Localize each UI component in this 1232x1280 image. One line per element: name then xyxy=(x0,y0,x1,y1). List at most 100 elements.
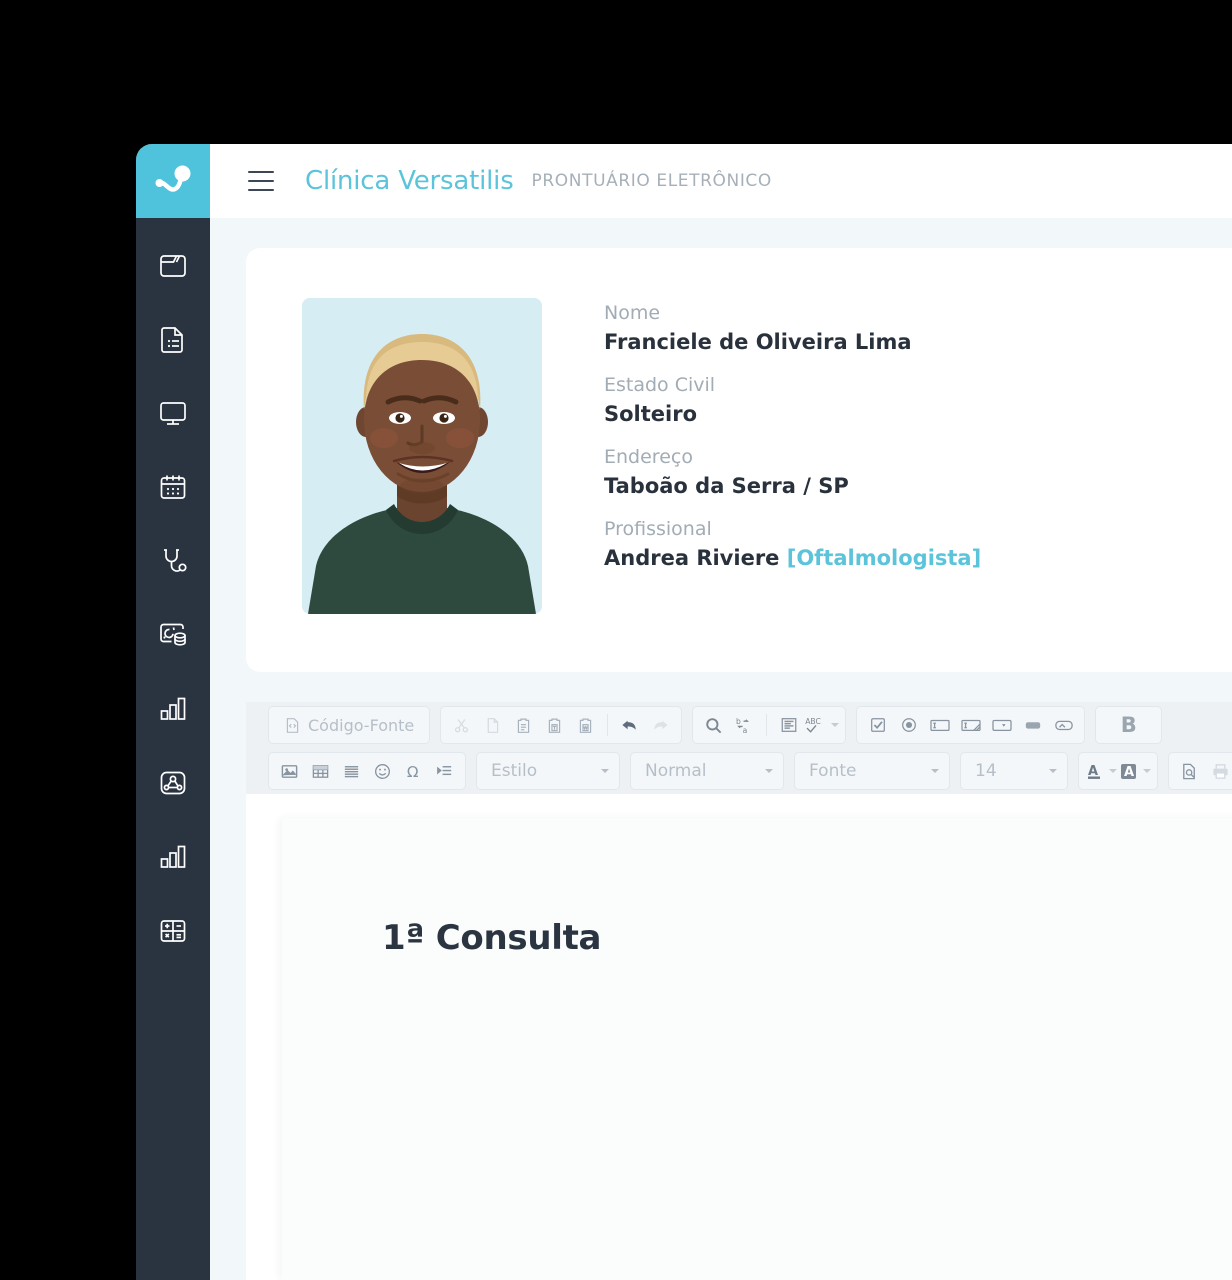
undo-button[interactable] xyxy=(615,711,644,739)
checkbox-field-button[interactable] xyxy=(863,711,892,739)
bar-chart-icon xyxy=(160,697,186,720)
radio-field-button[interactable] xyxy=(894,711,923,739)
svg-text:ABC: ABC xyxy=(805,717,821,726)
redo-icon xyxy=(654,720,668,730)
sidebar-nav xyxy=(136,218,210,968)
brand-title: Clínica Versatilis xyxy=(305,166,514,196)
radio-icon xyxy=(901,718,916,732)
print-button[interactable] xyxy=(1206,757,1232,785)
versatilis-logo-icon xyxy=(155,165,191,192)
patient-card: Nome Franciele de Oliveira Lima Estado C… xyxy=(246,248,1232,672)
document-paper[interactable]: 1ª Consulta xyxy=(282,818,1232,1280)
source-code-label: Código-Fonte xyxy=(308,715,415,735)
toolbar-group-colors: A A xyxy=(1078,752,1158,790)
table-icon xyxy=(312,764,329,778)
chevron-down-icon xyxy=(1109,769,1117,773)
field-value-endereco: Taboão da Serra / SP xyxy=(604,474,849,498)
smiley-button[interactable] xyxy=(368,757,397,785)
field-value-estado-civil: Solteiro xyxy=(604,402,698,426)
select-field-button[interactable] xyxy=(987,711,1016,739)
background-color-button[interactable]: A xyxy=(1119,757,1151,785)
sidebar-item-network[interactable] xyxy=(136,746,210,820)
paste-button[interactable] xyxy=(509,711,538,739)
size-select[interactable]: 14 xyxy=(960,752,1068,790)
textarea-button[interactable] xyxy=(956,711,985,739)
brand-subtitle: PRONTUÁRIO ELETRÔNICO xyxy=(531,171,772,191)
spellcheck-button[interactable]: ABC xyxy=(805,711,840,739)
copy-icon xyxy=(487,717,499,733)
undo-icon xyxy=(622,720,636,730)
special-char-button[interactable]: Ω xyxy=(399,757,428,785)
replace-icon: b a xyxy=(736,717,750,735)
sidebar-item-database[interactable] xyxy=(136,598,210,672)
select-all-button[interactable] xyxy=(774,711,803,739)
patient-portrait xyxy=(302,298,542,614)
sidebar-logo[interactable] xyxy=(136,144,210,218)
bold-button[interactable]: B xyxy=(1102,711,1155,739)
copy-button[interactable] xyxy=(478,711,507,739)
font-select[interactable]: Fonte xyxy=(794,752,950,790)
application-window: Clínica Versatilis PRONTUÁRIO ELETRÔNICO xyxy=(136,144,1232,1280)
sidebar-item-financial[interactable] xyxy=(136,894,210,968)
paste-text-button[interactable] xyxy=(540,711,569,739)
toolbar-group-source: Código-Fonte xyxy=(268,706,431,744)
svg-text:a: a xyxy=(743,726,748,735)
chevron-down-icon xyxy=(765,769,773,773)
editor-document-area[interactable]: 1ª Consulta xyxy=(246,794,1232,1280)
textfield-button[interactable] xyxy=(925,711,954,739)
checkbox-icon xyxy=(870,718,885,732)
calculator-icon xyxy=(160,920,186,942)
paste-icon xyxy=(518,718,530,733)
format-select[interactable]: Normal xyxy=(630,752,784,790)
image-button-field-button[interactable] xyxy=(1049,711,1078,739)
preview-button[interactable] xyxy=(1175,757,1204,785)
find-icon xyxy=(706,717,722,733)
sidebar-item-records[interactable] xyxy=(136,302,210,376)
toolbar-group-output xyxy=(1168,752,1232,790)
source-code-button[interactable]: Código-Fonte xyxy=(275,711,423,739)
editor-toolbar: Código-Fonte b a ABC B Ω Estilo Normal F… xyxy=(246,702,1232,794)
image-button-icon xyxy=(1055,720,1073,731)
style-select-value: Estilo xyxy=(491,761,538,781)
calendar-icon xyxy=(160,475,186,499)
field-value-profissional: Andrea Riviere [Oftalmologista] xyxy=(604,548,981,569)
page-break-button[interactable] xyxy=(430,757,459,785)
field-label-endereco: Endereço xyxy=(604,446,693,468)
professional-name: Andrea Riviere xyxy=(604,546,780,570)
page-break-icon xyxy=(437,765,452,775)
field-label-profissional: Profissional xyxy=(604,518,712,540)
source-code-icon xyxy=(286,717,299,733)
print-icon xyxy=(1213,763,1228,779)
insert-table-button[interactable] xyxy=(306,757,335,785)
button-field-button[interactable] xyxy=(1018,711,1047,739)
spellcheck-icon: ABC xyxy=(805,717,821,733)
background-color-icon: A xyxy=(1121,764,1136,780)
paste-word-button[interactable] xyxy=(571,711,600,739)
insert-image-button[interactable] xyxy=(275,757,304,785)
smiley-icon xyxy=(374,763,391,779)
sidebar-item-reports[interactable] xyxy=(136,672,210,746)
sidebar-item-monitor[interactable] xyxy=(136,376,210,450)
sidebar-item-clinical[interactable] xyxy=(136,524,210,598)
horizontal-rule-button[interactable] xyxy=(337,757,366,785)
svg-text:A: A xyxy=(1124,765,1134,780)
toolbar-group-insert: Ω xyxy=(268,752,466,790)
select-all-icon xyxy=(781,718,797,732)
redo-button[interactable] xyxy=(646,711,675,739)
find-button[interactable] xyxy=(699,711,728,739)
size-select-value: 14 xyxy=(975,761,997,781)
sidebar-item-statistics[interactable] xyxy=(136,820,210,894)
font-select-value: Fonte xyxy=(809,761,857,781)
text-color-button[interactable]: A xyxy=(1085,757,1117,785)
toolbar-group-clipboard xyxy=(440,706,683,744)
network-user-icon xyxy=(160,771,186,795)
patient-fields: Nome Franciele de Oliveira Lima Estado C… xyxy=(604,304,981,592)
document-list-icon xyxy=(161,327,183,353)
paste-text-icon xyxy=(549,718,561,733)
style-select[interactable]: Estilo xyxy=(476,752,620,790)
replace-button[interactable]: b a xyxy=(730,711,759,739)
cut-button[interactable] xyxy=(447,711,476,739)
sidebar-item-folder[interactable] xyxy=(136,228,210,302)
sidebar-item-calendar[interactable] xyxy=(136,450,210,524)
hamburger-icon[interactable] xyxy=(248,171,274,191)
